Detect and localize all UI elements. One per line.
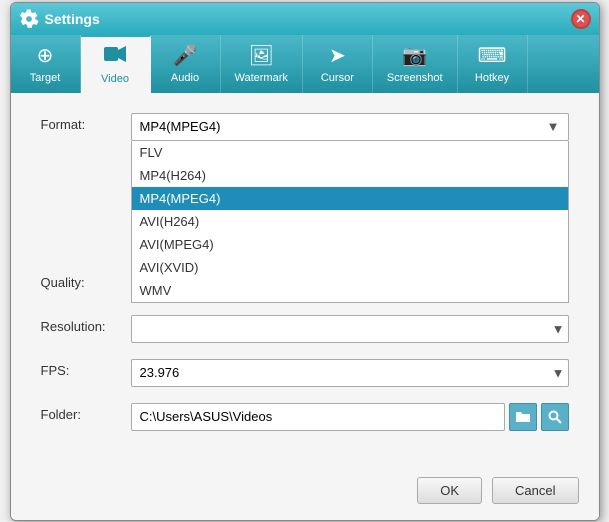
video-icon <box>104 45 126 69</box>
cursor-icon: ➤ <box>329 43 346 68</box>
tab-video-label: Video <box>101 73 129 85</box>
format-dropdown-container: MP4(MPEG4) ▼ FLV MP4(H264) MP4(MPEG4) AV… <box>131 113 569 141</box>
footer: OK Cancel <box>11 467 599 520</box>
watermark-icon: 🖼 <box>248 43 273 68</box>
settings-dialog: Settings ✕ ⊕ Target Video 🎤 Audio 🖼 Wate… <box>10 2 600 521</box>
tab-video[interactable]: Video <box>81 35 151 93</box>
tab-hotkey[interactable]: ⌨ Hotkey <box>458 35 528 93</box>
tab-screenshot-label: Screenshot <box>387 72 443 84</box>
fps-dropdown-wrapper: 23.976 ▼ <box>131 359 569 387</box>
tab-bar: ⊕ Target Video 🎤 Audio 🖼 Watermark ➤ Cur… <box>11 35 599 93</box>
tab-target[interactable]: ⊕ Target <box>11 35 81 93</box>
target-icon: ⊕ <box>37 43 54 68</box>
tab-audio[interactable]: 🎤 Audio <box>151 35 221 93</box>
tab-audio-label: Audio <box>171 72 199 84</box>
folder-label: Folder: <box>41 403 131 422</box>
tab-screenshot[interactable]: 📷 Screenshot <box>373 35 458 93</box>
format-label: Format: <box>41 113 131 132</box>
resolution-row: Resolution: ▼ <box>41 315 569 343</box>
screenshot-icon: 📷 <box>402 43 427 68</box>
tab-hotkey-label: Hotkey <box>475 72 509 84</box>
fps-label: FPS: <box>41 359 131 378</box>
format-option-avimpeg4[interactable]: AVI(MPEG4) <box>132 233 568 256</box>
format-option-wmv[interactable]: WMV <box>132 279 568 302</box>
resolution-label: Resolution: <box>41 315 131 334</box>
resolution-select[interactable] <box>131 315 569 343</box>
search-icon <box>548 410 562 424</box>
tab-cursor-label: Cursor <box>321 72 354 84</box>
title-bar: Settings ✕ <box>11 3 599 35</box>
title-text: Settings <box>45 11 100 27</box>
folder-icon <box>515 410 531 424</box>
audio-icon: 🎤 <box>173 43 198 68</box>
format-option-mp4h264[interactable]: MP4(H264) <box>132 164 568 187</box>
format-option-avih264[interactable]: AVI(H264) <box>132 210 568 233</box>
tab-watermark[interactable]: 🖼 Watermark <box>221 35 303 93</box>
content-area: Format: MP4(MPEG4) ▼ FLV MP4(H264) MP4(M… <box>11 93 599 467</box>
folder-input[interactable] <box>131 403 505 431</box>
folder-row: Folder: <box>41 403 569 431</box>
format-dropdown-list: FLV MP4(H264) MP4(MPEG4) AVI(H264) AVI(M… <box>131 141 569 303</box>
tab-target-label: Target <box>30 72 61 84</box>
ok-button[interactable]: OK <box>417 477 482 504</box>
format-option-avixvid[interactable]: AVI(XVID) <box>132 256 568 279</box>
tab-watermark-label: Watermark <box>235 72 288 84</box>
hotkey-icon: ⌨ <box>478 43 507 68</box>
tab-cursor[interactable]: ➤ Cursor <box>303 35 373 93</box>
fps-row: FPS: 23.976 ▼ <box>41 359 569 387</box>
format-dropdown-arrow: ▼ <box>547 119 560 134</box>
folder-search-button[interactable] <box>541 403 569 431</box>
gear-icon <box>19 9 39 29</box>
format-selected-value: MP4(MPEG4) <box>140 119 221 134</box>
fps-select[interactable]: 23.976 <box>131 359 569 387</box>
cancel-button[interactable]: Cancel <box>492 477 578 504</box>
format-dropdown-header[interactable]: MP4(MPEG4) ▼ <box>131 113 569 141</box>
resolution-dropdown-wrapper: ▼ <box>131 315 569 343</box>
close-button[interactable]: ✕ <box>571 9 591 29</box>
format-option-mp4mpeg4[interactable]: MP4(MPEG4) <box>132 187 568 210</box>
format-option-flv[interactable]: FLV <box>132 141 568 164</box>
folder-browse-button[interactable] <box>509 403 537 431</box>
quality-label: Quality: <box>41 271 131 290</box>
folder-controls <box>131 403 569 431</box>
format-row: Format: MP4(MPEG4) ▼ FLV MP4(H264) MP4(M… <box>41 113 569 141</box>
